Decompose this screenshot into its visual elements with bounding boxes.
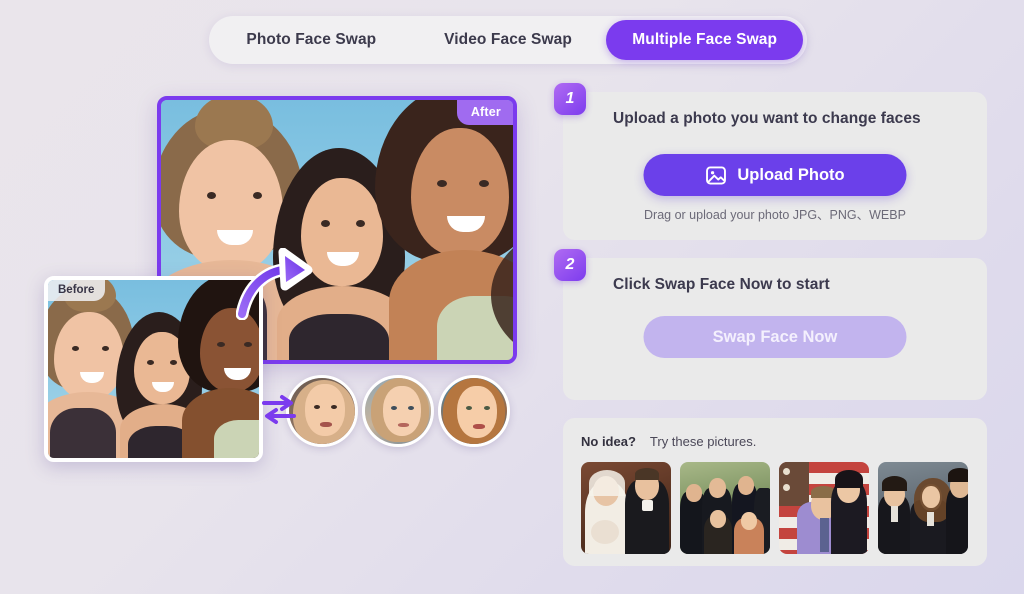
step-title-swap: Click Swap Face Now to start: [613, 276, 830, 293]
sample-wedding-couple[interactable]: [581, 462, 671, 554]
upload-photo-label: Upload Photo: [737, 165, 845, 184]
sample-thumbnails-row: [581, 462, 969, 554]
upload-photo-button[interactable]: Upload Photo: [643, 154, 907, 196]
swap-horizontal-icon[interactable]: [262, 393, 296, 425]
step-number-badge-1: 1: [554, 83, 586, 115]
tab-multiple-face-swap[interactable]: Multiple Face Swap: [606, 20, 804, 60]
after-badge: After: [456, 100, 513, 125]
image-icon: [705, 165, 726, 186]
sample-heading: No idea?: [581, 434, 636, 449]
before-badge: Before: [48, 280, 106, 301]
face-option-2[interactable]: [362, 375, 434, 447]
step-card-swap: 2 Click Swap Face Now to start Swap Face…: [554, 249, 987, 400]
step-title-upload: Upload a photo you want to change faces: [613, 110, 921, 127]
tab-video-face-swap[interactable]: Video Face Swap: [410, 20, 607, 60]
swap-face-now-button[interactable]: Swap Face Now: [643, 316, 907, 358]
before-photo-people: [48, 280, 259, 458]
face-options-row: [286, 375, 510, 447]
sample-flag-couple[interactable]: [779, 462, 869, 554]
sample-friends-group[interactable]: [680, 462, 770, 554]
before-preview-image[interactable]: Before: [44, 276, 263, 462]
upload-hint-text: Drag or upload your photo JPG、PNG、WEBP: [644, 208, 906, 222]
step-card-upload: 1 Upload a photo you want to change face…: [554, 83, 987, 240]
preview-area: After Before: [0, 80, 545, 500]
steps-panel: 1 Upload a photo you want to change face…: [554, 83, 987, 566]
sample-school-trio[interactable]: [878, 462, 968, 554]
sample-pictures-card: No idea? Try these pictures.: [563, 418, 987, 566]
mode-tabbar: Photo Face Swap Video Face Swap Multiple…: [209, 16, 807, 64]
face-option-1[interactable]: [286, 375, 358, 447]
sample-pictures-header: No idea? Try these pictures.: [581, 434, 969, 449]
tab-photo-face-swap[interactable]: Photo Face Swap: [213, 20, 410, 60]
sample-subheading: Try these pictures.: [649, 434, 757, 449]
step-number-badge-2: 2: [554, 249, 586, 281]
face-option-3[interactable]: [438, 375, 510, 447]
